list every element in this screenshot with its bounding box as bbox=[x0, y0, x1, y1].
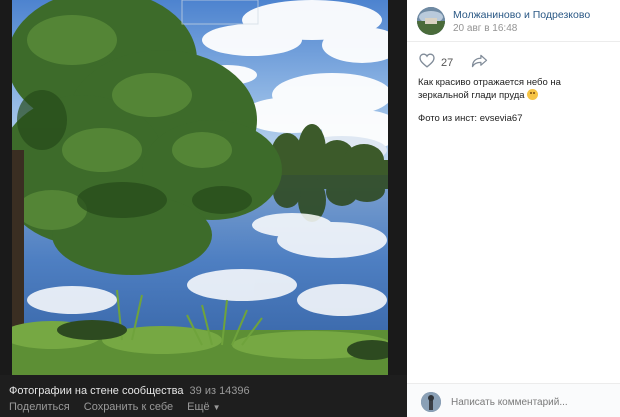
album-link[interactable]: Фотографии на стене сообщества bbox=[9, 385, 184, 397]
comment-bar bbox=[407, 383, 620, 417]
photo-image bbox=[12, 0, 388, 375]
more-menu[interactable]: Ещё ▼ bbox=[187, 401, 220, 413]
share-link[interactable]: Поделиться bbox=[9, 401, 70, 413]
group-avatar-image bbox=[417, 7, 445, 35]
heart-icon[interactable] bbox=[419, 53, 435, 73]
share-arrow-icon[interactable] bbox=[471, 54, 488, 73]
post-text: Как красиво отражается небо на зеркально… bbox=[418, 76, 613, 102]
photo-viewer: Фотографии на стене сообщества 39 из 143… bbox=[0, 0, 407, 417]
more-label: Ещё bbox=[187, 401, 210, 413]
comment-input[interactable] bbox=[451, 393, 601, 411]
save-link[interactable]: Сохранить к себе bbox=[84, 401, 173, 413]
user-avatar-image bbox=[421, 392, 441, 412]
post-date[interactable]: 20 авг в 16:48 bbox=[453, 23, 517, 34]
group-avatar[interactable] bbox=[417, 7, 445, 35]
photo-counter: 39 из 14396 bbox=[189, 385, 250, 397]
group-name-link[interactable]: Молжаниново и Подрезково bbox=[453, 9, 590, 21]
chevron-down-icon: ▼ bbox=[212, 402, 221, 412]
post-actions: 27 bbox=[419, 53, 488, 73]
smile-emoji-icon bbox=[527, 89, 539, 100]
photo-footer: Фотографии на стене сообщества 39 из 143… bbox=[0, 375, 407, 417]
user-avatar[interactable] bbox=[421, 392, 441, 412]
post-header: Молжаниново и Подрезково 20 авг в 16:48 bbox=[407, 0, 620, 42]
post-panel: Молжаниново и Подрезково 20 авг в 16:48 … bbox=[407, 0, 620, 417]
photo[interactable] bbox=[12, 0, 388, 375]
photo-credit: Фото из инст: evsevia67 bbox=[418, 113, 523, 124]
like-count: 27 bbox=[441, 57, 454, 69]
post-text-body: Как красиво отражается небо на зеркально… bbox=[418, 77, 561, 101]
